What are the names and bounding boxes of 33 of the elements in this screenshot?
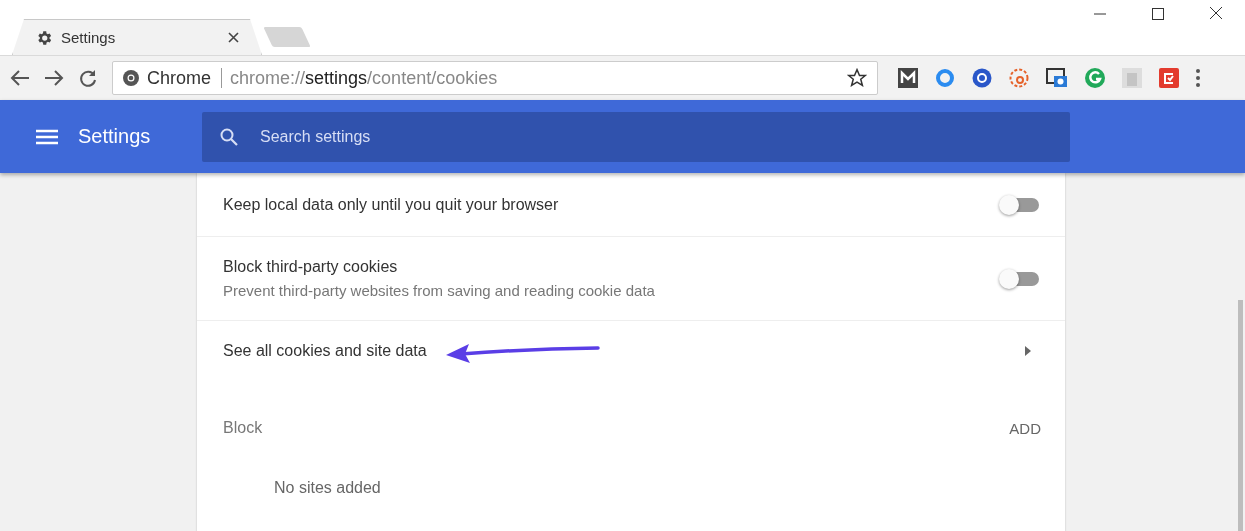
close-icon[interactable]	[228, 32, 239, 43]
toggle-switch[interactable]	[999, 268, 1039, 289]
empty-message: No sites added	[274, 479, 382, 497]
tab-title: Settings	[61, 29, 117, 46]
search-field[interactable]: Search settings	[202, 111, 1070, 162]
setting-label: Block third-party cookies	[223, 258, 399, 276]
browser-tab[interactable]: Settings	[12, 19, 262, 55]
menu-icon[interactable]	[36, 128, 58, 145]
forward-icon[interactable]	[44, 69, 64, 87]
screenshot-icon[interactable]	[1046, 68, 1068, 88]
site-chip: Chrome	[147, 68, 223, 88]
menu-icon[interactable]	[1196, 69, 1200, 87]
extension-icon[interactable]	[972, 68, 992, 88]
star-icon[interactable]	[847, 68, 867, 88]
address-bar[interactable]: Chrome chrome://settings/content/cookies	[112, 61, 878, 95]
maximize-icon[interactable]	[1151, 6, 1165, 20]
setting-link[interactable]: See all cookies and site data	[223, 342, 1025, 360]
add-button[interactable]: ADD	[1009, 419, 1041, 437]
toggle-switch[interactable]	[999, 194, 1039, 215]
url-text: chrome://settings/content/cookies	[230, 67, 499, 89]
scrollbar[interactable]	[1238, 300, 1243, 531]
setting-description: Prevent third-party websites from saving and reading cookie data	[223, 282, 656, 299]
extension-icon[interactable]	[1159, 68, 1179, 88]
close-icon[interactable]	[1209, 6, 1223, 20]
search-icon	[220, 127, 238, 146]
chrome-icon	[123, 70, 139, 86]
reload-icon[interactable]	[78, 68, 98, 88]
chevron-right-icon[interactable]	[1025, 346, 1031, 356]
setting-label: Keep local data only until you quit your browser	[223, 195, 560, 214]
section-title: Block	[223, 419, 263, 437]
page-title: Settings	[78, 125, 152, 148]
back-icon[interactable]	[10, 69, 30, 87]
extension-icon[interactable]	[898, 68, 918, 88]
